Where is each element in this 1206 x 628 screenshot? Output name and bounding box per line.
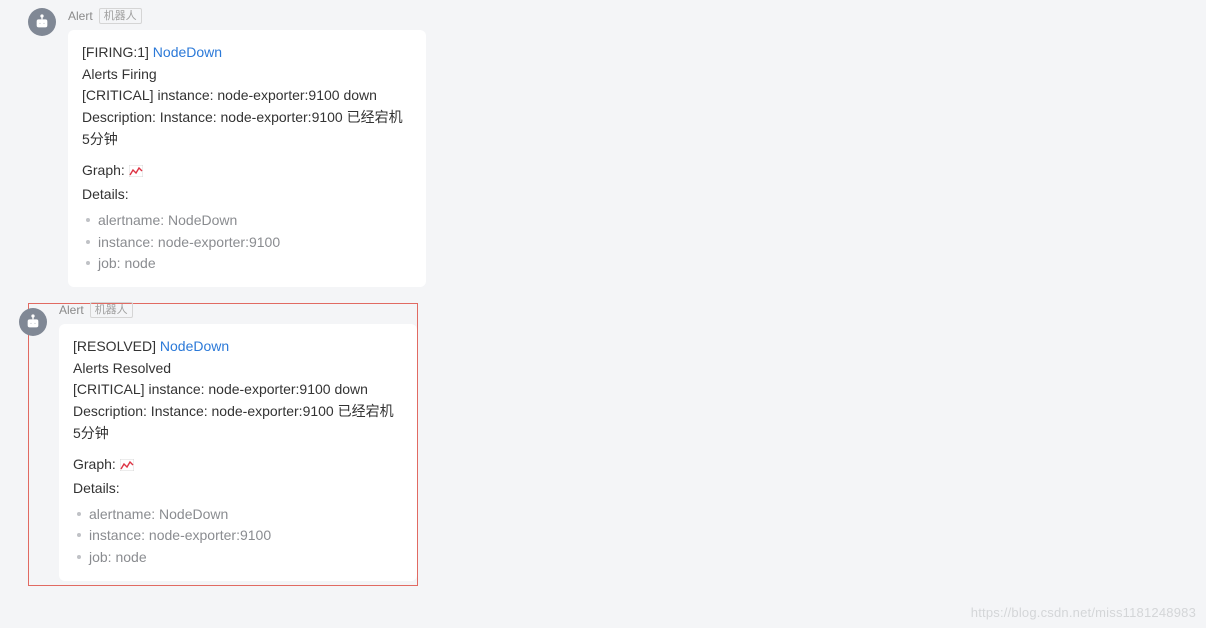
- list-item: alertname: NodeDown: [82, 210, 412, 232]
- alert-name-link[interactable]: NodeDown: [153, 44, 222, 60]
- graph-link[interactable]: [120, 456, 134, 472]
- graph-label: Graph:: [73, 456, 120, 472]
- robot-icon: [34, 14, 50, 30]
- list-item: instance: node-exporter:9100: [82, 232, 412, 254]
- message-block: Alert 机器人 [FIRING:1] NodeDown Alerts Fir…: [0, 0, 1206, 287]
- status-line: [FIRING:1] NodeDown: [82, 42, 412, 64]
- details-list: alertname: NodeDown instance: node-expor…: [82, 210, 412, 275]
- list-item: instance: node-exporter:9100: [73, 525, 403, 547]
- details-list: alertname: NodeDown instance: node-expor…: [73, 504, 403, 569]
- bot-avatar: [19, 308, 47, 336]
- graph-link[interactable]: [129, 162, 143, 178]
- description-line: Description: Instance: node-exporter:910…: [82, 107, 412, 150]
- bot-tag: 机器人: [99, 8, 142, 24]
- chart-icon: [120, 456, 134, 478]
- message-bubble: [RESOLVED] NodeDown Alerts Resolved [CRI…: [59, 324, 417, 581]
- graph-line: Graph:: [73, 454, 403, 478]
- status-prefix: [FIRING:1]: [82, 44, 153, 60]
- graph-label: Graph:: [82, 162, 129, 178]
- list-item: job: node: [82, 253, 412, 275]
- list-item: alertname: NodeDown: [73, 504, 403, 526]
- sender-name: Alert: [68, 9, 93, 23]
- bot-avatar: [28, 8, 56, 36]
- sender-row: Alert 机器人: [59, 302, 417, 318]
- status-text: Alerts Firing: [82, 64, 412, 86]
- status-text: Alerts Resolved: [73, 358, 403, 380]
- watermark: https://blog.csdn.net/miss1181248983: [971, 605, 1196, 620]
- bot-tag: 机器人: [90, 302, 133, 318]
- highlight-frame: Alert 机器人 [RESOLVED] NodeDown Alerts Res…: [28, 303, 418, 586]
- status-line: [RESOLVED] NodeDown: [73, 336, 403, 358]
- critical-line: [CRITICAL] instance: node-exporter:9100 …: [82, 85, 412, 107]
- message-block: Alert 机器人 [RESOLVED] NodeDown Alerts Res…: [29, 304, 417, 581]
- message-content: Alert 机器人 [FIRING:1] NodeDown Alerts Fir…: [68, 8, 426, 287]
- list-item: job: node: [73, 547, 403, 569]
- message-content: Alert 机器人 [RESOLVED] NodeDown Alerts Res…: [59, 308, 417, 581]
- description-line: Description: Instance: node-exporter:910…: [73, 401, 403, 444]
- sender-row: Alert 机器人: [68, 8, 426, 24]
- sender-name: Alert: [59, 303, 84, 317]
- alert-name-link[interactable]: NodeDown: [160, 338, 229, 354]
- chart-icon: [129, 162, 143, 184]
- details-label: Details:: [73, 478, 403, 500]
- details-label: Details:: [82, 184, 412, 206]
- graph-line: Graph:: [82, 160, 412, 184]
- robot-icon: [25, 314, 41, 330]
- status-prefix: [RESOLVED]: [73, 338, 160, 354]
- critical-line: [CRITICAL] instance: node-exporter:9100 …: [73, 379, 403, 401]
- message-bubble: [FIRING:1] NodeDown Alerts Firing [CRITI…: [68, 30, 426, 287]
